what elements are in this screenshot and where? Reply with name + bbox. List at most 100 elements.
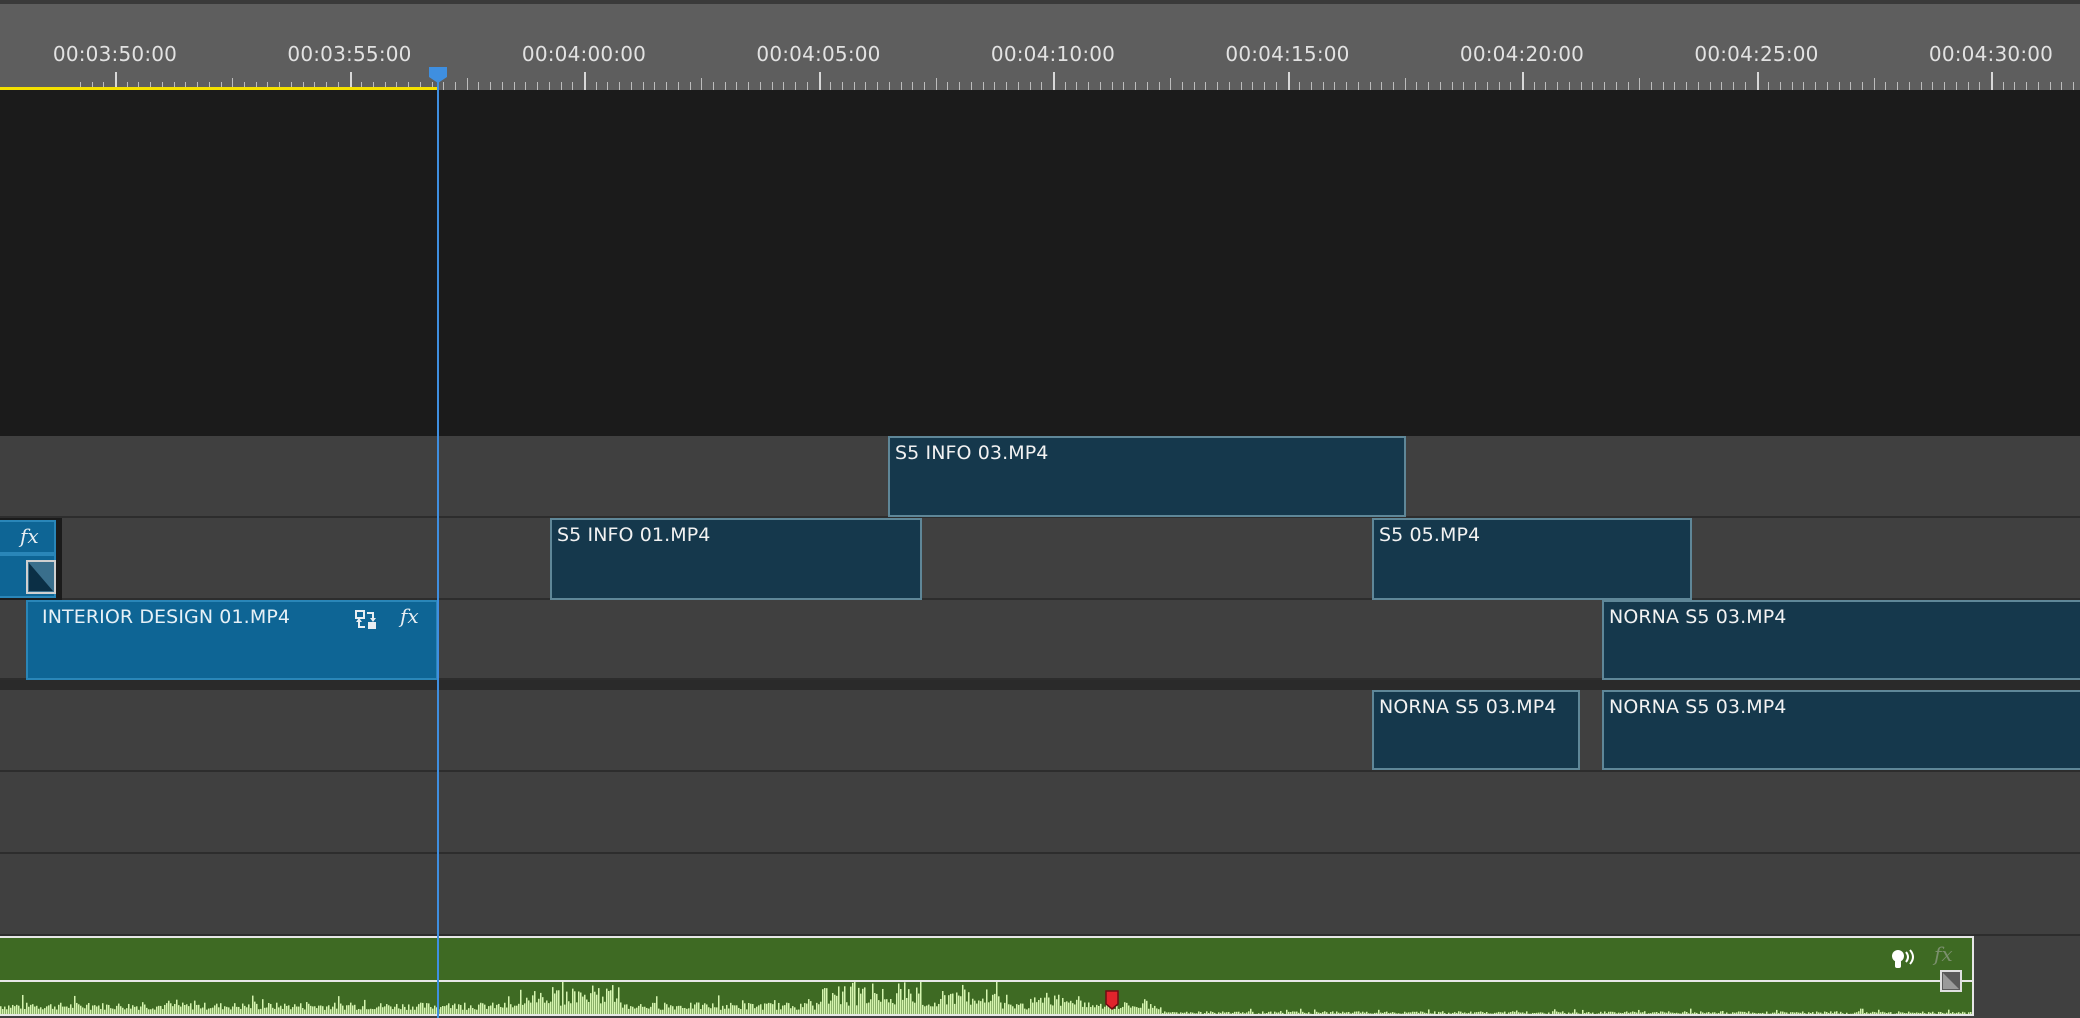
video-track-3[interactable] <box>0 518 2080 600</box>
clip-s5-info-01[interactable]: S5 INFO 01.MP4 <box>550 518 922 600</box>
waveform-bar <box>162 1008 164 1014</box>
clip-norna-s5-03-audio-right[interactable]: NORNA S5 03.MP4 <box>1602 690 2080 770</box>
waveform-bar <box>1180 1012 1182 1014</box>
waveform-bar <box>1872 1011 1874 1014</box>
waveform-bar <box>676 1006 678 1014</box>
replace-clip-icon[interactable] <box>354 608 378 632</box>
waveform-bar <box>1528 1013 1530 1014</box>
waveform-bar <box>934 1002 936 1014</box>
waveform-bar <box>782 1005 784 1014</box>
marker-icon[interactable] <box>1105 990 1119 1010</box>
waveform-bar <box>1188 1013 1190 1014</box>
waveform-bar <box>1380 1012 1382 1014</box>
waveform-bar <box>1052 1005 1054 1014</box>
transition-icon[interactable] <box>1940 970 1962 992</box>
waveform-bar <box>150 1009 152 1014</box>
waveform-bar <box>788 1003 790 1014</box>
waveform-bar <box>612 985 614 1014</box>
waveform-bar <box>270 1003 272 1014</box>
waveform-bar <box>1442 1011 1444 1014</box>
fx-icon[interactable]: fx <box>400 604 419 628</box>
clip-s5-05[interactable]: S5 05.MP4 <box>1372 518 1692 600</box>
waveform-bar <box>1202 1013 1204 1014</box>
clip-interior-design-01[interactable]: INTERIOR DESIGN 01.MP4 fx <box>26 600 438 680</box>
fx-icon[interactable]: fx <box>1934 942 1953 966</box>
waveform-bar <box>420 1002 422 1014</box>
clip-s5-info-03[interactable]: S5 INFO 03.MP4 <box>888 436 1406 517</box>
waveform-bar <box>1482 1012 1484 1014</box>
waveform-bar <box>584 994 586 1014</box>
waveform-bar <box>120 1006 122 1014</box>
waveform-bar <box>1856 1012 1858 1014</box>
waveform-bar <box>688 1008 690 1014</box>
voiceover-icon[interactable] <box>1890 948 1916 970</box>
waveform-bar <box>890 999 892 1014</box>
waveform-bar <box>1228 1011 1230 1014</box>
waveform-bar <box>588 1001 590 1014</box>
timeline-ruler[interactable]: 00:03:50:00 00:03:55:00 00:04:00:00 00:04:0… <box>0 0 2080 92</box>
waveform-bar <box>1764 1013 1766 1014</box>
waveform-bar <box>488 1006 490 1014</box>
waveform-bar <box>1002 1008 1004 1014</box>
waveform-bar <box>578 991 580 1014</box>
clip-partial-left[interactable]: fx <box>0 518 62 600</box>
waveform-bar <box>1542 1012 1544 1014</box>
waveform-bar <box>1610 1011 1612 1014</box>
transition-icon[interactable] <box>26 560 56 594</box>
playhead[interactable] <box>437 72 439 1018</box>
waveform-bar <box>1646 1013 1648 1014</box>
waveform-bar <box>870 999 872 1014</box>
waveform-bar <box>858 987 860 1014</box>
waveform-bar <box>1080 1000 1082 1014</box>
waveform-bar <box>1822 1013 1824 1014</box>
waveform-bar <box>1836 1011 1838 1014</box>
waveform-bar <box>1762 1012 1764 1014</box>
waveform-bar <box>1400 1013 1402 1014</box>
waveform-bar <box>1656 1012 1658 1014</box>
waveform-bar <box>1908 1011 1910 1014</box>
audio-track-2[interactable] <box>0 772 2080 854</box>
waveform-bar <box>1558 1012 1560 1014</box>
waveform-bar <box>390 1006 392 1014</box>
waveform-bar <box>872 983 874 1014</box>
fx-icon[interactable]: fx <box>20 524 39 548</box>
waveform-bar <box>70 1004 72 1014</box>
ruler-tick-label: 00:04:00:00 <box>521 42 647 66</box>
waveform-bar <box>1094 1007 1096 1014</box>
waveform-bar <box>640 1004 642 1014</box>
waveform-bar <box>672 1006 674 1014</box>
waveform-bar <box>234 1003 236 1014</box>
waveform-bar <box>1144 999 1146 1014</box>
waveform-bar <box>1300 1008 1302 1014</box>
clip-norna-s5-03-video[interactable]: NORNA S5 03.MP4 <box>1602 600 2080 680</box>
waveform-bar <box>1124 1002 1126 1014</box>
waveform-bar <box>210 1008 212 1014</box>
waveform-bar <box>1968 1012 1970 1014</box>
waveform-bar <box>1614 1012 1616 1014</box>
music-clip[interactable]: fx <box>0 936 1974 1016</box>
audio-track-3[interactable] <box>0 854 2080 936</box>
waveform-bar <box>1616 1013 1618 1014</box>
ruler-major-tick <box>1053 72 1055 92</box>
waveform-bar <box>1774 1012 1776 1014</box>
waveform-bar <box>24 1008 26 1014</box>
clip-norna-s5-03-audio-left[interactable]: NORNA S5 03.MP4 <box>1372 690 1580 770</box>
waveform-bar <box>1588 1012 1590 1014</box>
waveform-bar <box>762 1009 764 1014</box>
waveform-bar <box>1288 1011 1290 1014</box>
waveform-bar <box>1128 1005 1130 1014</box>
waveform-bar <box>1294 1011 1296 1014</box>
waveform-bar <box>974 1000 976 1014</box>
playhead-handle[interactable] <box>428 66 448 84</box>
waveform-bar <box>1522 1012 1524 1014</box>
waveform-bar <box>930 1006 932 1014</box>
waveform-bar <box>758 1005 760 1014</box>
waveform-bar <box>1424 1012 1426 1014</box>
waveform-bar <box>1326 1012 1328 1014</box>
partial-clip-header: fx <box>0 520 56 554</box>
waveform-bar <box>1748 1011 1750 1014</box>
waveform-bar <box>1820 1012 1822 1014</box>
waveform-bar <box>60 1002 62 1014</box>
waveform-bar <box>1140 1007 1142 1014</box>
waveform-bar <box>878 1000 880 1014</box>
